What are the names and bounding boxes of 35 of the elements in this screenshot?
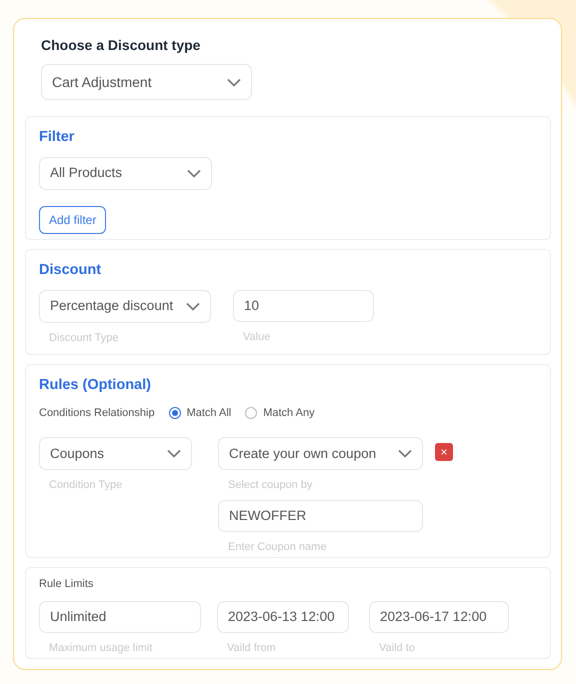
helper-text: Vaild from (227, 640, 277, 656)
dropdown[interactable]: Percentage discount (39, 290, 211, 323)
radio-button[interactable] (245, 407, 258, 419)
radio-option[interactable]: Match All (168, 404, 232, 422)
chevron-down-icon (187, 168, 201, 178)
input-field[interactable]: 2023-06-13 12:00 (217, 600, 349, 632)
field-label: Conditions Relationship (39, 406, 155, 421)
chevron-down-icon (398, 449, 412, 458)
input-field[interactable]: 10 (233, 290, 374, 322)
section-title: Discount (39, 261, 102, 280)
helper-text: Discount Type (49, 330, 120, 346)
chevron-down-icon (186, 302, 200, 311)
helper-text: Condition Type (49, 478, 124, 494)
helper-text: Enter Coupon name (228, 540, 328, 555)
dropdown[interactable]: Create your own coupon (218, 437, 423, 470)
section-title: Rules (Optional) (39, 376, 152, 395)
input-field[interactable]: 2023-06-17 12:00 (369, 600, 509, 632)
chevron-down-icon (227, 78, 241, 86)
helper-text: Value (243, 330, 272, 345)
radio-option[interactable]: Match Any (245, 404, 315, 422)
helper-text: Maximum usage limit (49, 640, 154, 656)
input-field[interactable]: NEWOFFER (218, 500, 423, 532)
helper-text: Vaild to (379, 640, 416, 656)
dropdown[interactable]: All Products (39, 156, 212, 190)
input-field[interactable]: Unlimited (39, 600, 201, 632)
dropdown[interactable]: Cart Adjustment (41, 64, 252, 100)
helper-text: Select coupon by (228, 478, 314, 494)
add-filter-button[interactable]: Add filter (39, 206, 106, 234)
remove-button[interactable]: × (435, 443, 453, 462)
radio-button[interactable] (168, 407, 181, 419)
dropdown[interactable]: Coupons (39, 437, 192, 470)
section-label: Rule Limits (39, 577, 94, 592)
section-title: Filter (39, 128, 76, 147)
section-label: Choose a Discount type (41, 36, 202, 55)
chevron-down-icon (167, 449, 181, 458)
